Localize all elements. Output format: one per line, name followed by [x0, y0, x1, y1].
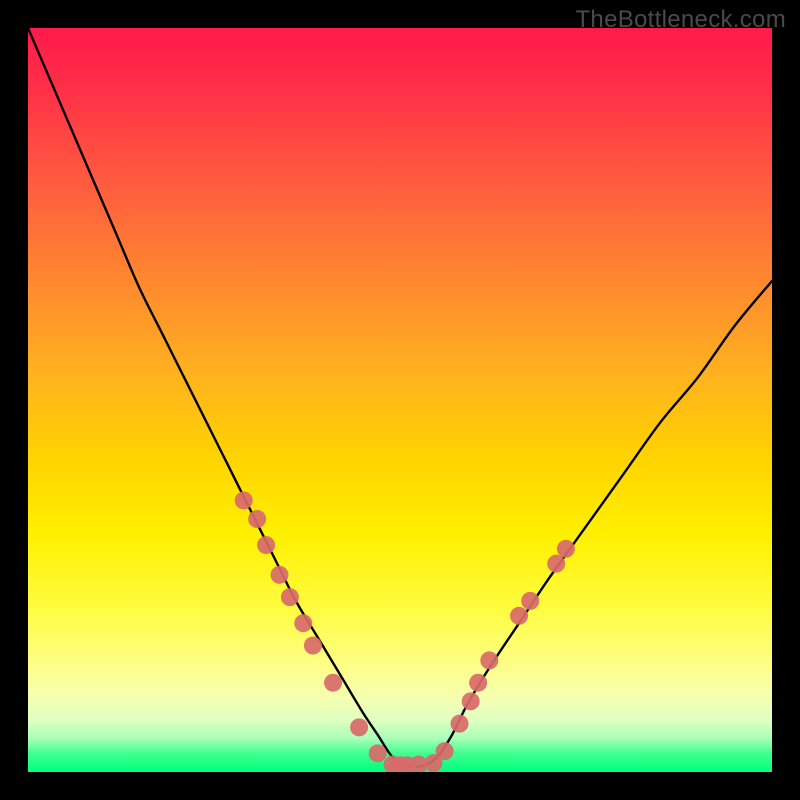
bottleneck-curve — [28, 28, 772, 767]
chart-area — [28, 28, 772, 772]
chart-svg — [28, 28, 772, 772]
marker-dot — [547, 555, 565, 573]
marker-dot — [235, 491, 253, 509]
marker-dot — [462, 692, 480, 710]
marker-dot — [294, 614, 312, 632]
marker-dot — [281, 588, 299, 606]
marker-dot — [350, 718, 368, 736]
marker-dot — [521, 592, 539, 610]
marker-dot — [270, 566, 288, 584]
marker-dot — [304, 637, 322, 655]
marker-group — [235, 491, 575, 772]
marker-dot — [248, 510, 266, 528]
marker-dot — [369, 744, 387, 762]
marker-dot — [480, 651, 498, 669]
marker-dot — [469, 674, 487, 692]
marker-dot — [324, 674, 342, 692]
marker-dot — [451, 715, 469, 733]
marker-dot — [436, 742, 454, 760]
marker-dot — [557, 540, 575, 558]
watermark-text: TheBottleneck.com — [575, 6, 786, 34]
marker-dot — [510, 607, 528, 625]
marker-dot — [257, 536, 275, 554]
